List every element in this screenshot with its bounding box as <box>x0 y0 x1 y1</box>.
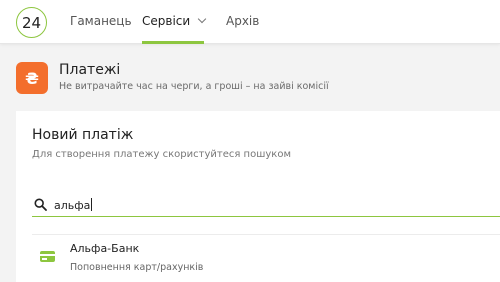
result-title: Альфа-Банк <box>70 242 140 255</box>
hryvnia-symbol: ₴ <box>25 68 39 88</box>
active-tab-indicator <box>142 41 204 44</box>
top-navigation: 24 Гаманець Сервіси Архів <box>0 0 500 44</box>
search-input[interactable] <box>54 196 484 214</box>
card-icon <box>40 251 55 262</box>
text-cursor <box>91 198 92 211</box>
tab-archive[interactable]: Архів <box>226 14 259 28</box>
search-field[interactable] <box>32 195 500 217</box>
new-payment-title: Новий платіж <box>32 127 134 143</box>
logo-text: 24 <box>21 13 42 32</box>
tab-services-label: Сервіси <box>142 14 191 28</box>
list-item[interactable]: Альфа-Банк Поповнення карт/рахунків <box>32 234 500 282</box>
tab-wallet-label: Гаманець <box>70 14 132 28</box>
new-payment-subtitle: Для створення платежу скористуйтеся пошу… <box>32 149 291 160</box>
page-subtitle: Не витрачайте час на черги, а гроші – на… <box>59 81 329 92</box>
hryvnia-icon: ₴ <box>16 62 48 94</box>
tab-wallet[interactable]: Гаманець <box>70 14 132 28</box>
result-subtitle: Поповнення карт/рахунків <box>70 262 204 273</box>
tab-archive-label: Архів <box>226 14 260 28</box>
page-title: Платежі <box>59 62 121 78</box>
logo[interactable]: 24 <box>16 7 47 38</box>
chevron-down-icon <box>197 14 207 24</box>
new-payment-card: Новий платіж Для створення платежу скори… <box>16 111 500 282</box>
search-icon <box>34 198 47 211</box>
tab-services[interactable]: Сервіси <box>142 14 207 28</box>
